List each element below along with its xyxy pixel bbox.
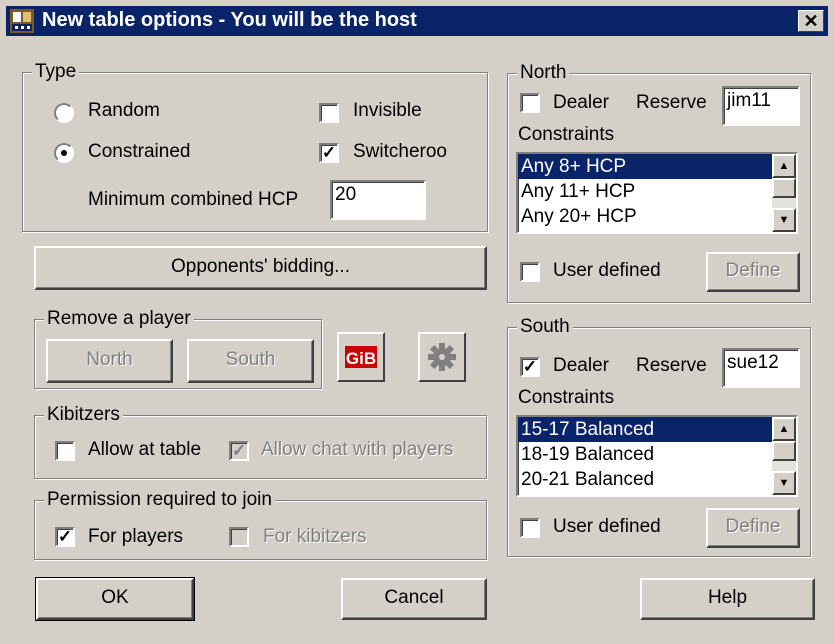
help-button[interactable]: Help — [640, 578, 815, 620]
remove-south-button[interactable]: South — [187, 339, 314, 383]
south-reserve-label: Reserve — [636, 355, 707, 376]
title-bar[interactable]: New table options - You will be the host… — [6, 6, 828, 36]
kibitzers-label: Kibitzers — [44, 404, 123, 426]
scroll-down-icon[interactable]: ▼ — [772, 471, 796, 495]
constrained-radio[interactable] — [54, 143, 74, 163]
allow-at-table-label[interactable]: Allow at table — [88, 439, 201, 461]
allow-chat-checkbox[interactable]: ✓ — [229, 441, 249, 461]
invisible-label[interactable]: Invisible — [353, 100, 422, 122]
north-dealer-checkbox[interactable] — [520, 93, 540, 113]
type-group-label: Type — [32, 61, 80, 83]
ok-button[interactable]: OK — [35, 577, 195, 621]
switcheroo-checkbox[interactable]: ✓ — [319, 143, 339, 163]
south-dealer-checkbox[interactable]: ✓ — [520, 357, 540, 377]
for-kibitzers-label[interactable]: For kibitzers — [263, 526, 366, 548]
north-constraints-items: Any 8+ HCP Any 11+ HCP Any 20+ HCP — [518, 154, 796, 229]
scroll-up-icon[interactable]: ▲ — [772, 154, 796, 178]
for-players-checkbox[interactable]: ✓ — [55, 527, 75, 547]
remove-player-label: Remove a player — [44, 308, 194, 330]
south-user-defined-checkbox[interactable] — [520, 518, 540, 538]
constraint-list-item[interactable]: Any 20+ HCP — [518, 204, 796, 229]
south-dealer-label[interactable]: Dealer — [553, 355, 609, 377]
invisible-checkbox[interactable] — [319, 103, 339, 123]
scroll-down-icon[interactable]: ▼ — [772, 208, 796, 232]
gear-icon — [428, 343, 456, 371]
min-hcp-input[interactable]: 20 — [330, 180, 426, 220]
scroll-thumb[interactable] — [772, 441, 796, 461]
north-group-label: North — [517, 62, 570, 84]
south-scrollbar[interactable]: ▲ ▼ — [772, 417, 796, 495]
window-title: New table options - You will be the host — [42, 9, 417, 31]
gib-icon-text: GiB — [346, 349, 376, 368]
scroll-thumb[interactable] — [772, 178, 796, 198]
constraint-list-item[interactable]: Any 11+ HCP — [518, 179, 796, 204]
north-define-button[interactable]: Define — [706, 252, 800, 292]
dialog-window: New table options - You will be the host… — [0, 0, 834, 644]
south-define-button[interactable]: Define — [706, 508, 800, 548]
remove-north-button[interactable]: North — [46, 339, 173, 383]
south-user-defined-label[interactable]: User defined — [553, 516, 661, 538]
allow-chat-label[interactable]: Allow chat with players — [261, 439, 453, 461]
radio-dot-icon — [61, 150, 67, 156]
south-constraints-label: Constraints — [518, 387, 615, 408]
min-hcp-label: Minimum combined HCP — [88, 189, 299, 210]
south-constraints-list[interactable]: 15-17 Balanced 18-19 Balanced 20-21 Balanc… — [516, 415, 798, 497]
south-constraints-items: 15-17 Balanced 18-19 Balanced 20-21 Balanc… — [518, 417, 796, 492]
random-label[interactable]: Random — [88, 100, 160, 122]
north-reserve-input[interactable]: jim11 — [722, 86, 800, 126]
constraint-list-item[interactable]: 18-19 Balanced — [518, 442, 796, 467]
constraint-list-item[interactable]: 20-21 Balanced — [518, 467, 796, 492]
opponents-bidding-button[interactable]: Opponents' bidding... — [34, 246, 487, 290]
south-reserve-input[interactable]: sue12 — [722, 348, 800, 388]
allow-at-table-checkbox[interactable] — [55, 441, 75, 461]
constraint-list-item[interactable]: Any 8+ HCP — [518, 154, 796, 179]
north-user-defined-label[interactable]: User defined — [553, 260, 661, 282]
south-group-label: South — [517, 316, 573, 338]
north-reserve-label: Reserve — [636, 92, 707, 113]
cancel-button[interactable]: Cancel — [341, 578, 487, 620]
constrained-label[interactable]: Constrained — [88, 141, 190, 163]
close-icon[interactable]: ✕ — [798, 10, 824, 32]
constraint-list-item[interactable]: 15-17 Balanced — [518, 417, 796, 442]
gib-icon: GiB — [345, 346, 377, 368]
gib-robot-button[interactable]: GiB — [337, 332, 385, 382]
permission-label: Permission required to join — [44, 489, 275, 511]
switcheroo-label[interactable]: Switcheroo — [353, 141, 447, 163]
north-constraints-label: Constraints — [518, 124, 615, 145]
north-constraints-list[interactable]: Any 8+ HCP Any 11+ HCP Any 20+ HCP ▲ ▼ — [516, 152, 798, 234]
for-players-label[interactable]: For players — [88, 526, 183, 548]
north-dealer-label[interactable]: Dealer — [553, 92, 609, 114]
north-scrollbar[interactable]: ▲ ▼ — [772, 154, 796, 232]
for-kibitzers-checkbox[interactable] — [229, 527, 249, 547]
lin-app-icon — [10, 9, 34, 33]
scroll-up-icon[interactable]: ▲ — [772, 417, 796, 441]
random-radio[interactable] — [54, 103, 74, 123]
disabled-settings-button[interactable] — [418, 332, 466, 382]
north-user-defined-checkbox[interactable] — [520, 262, 540, 282]
